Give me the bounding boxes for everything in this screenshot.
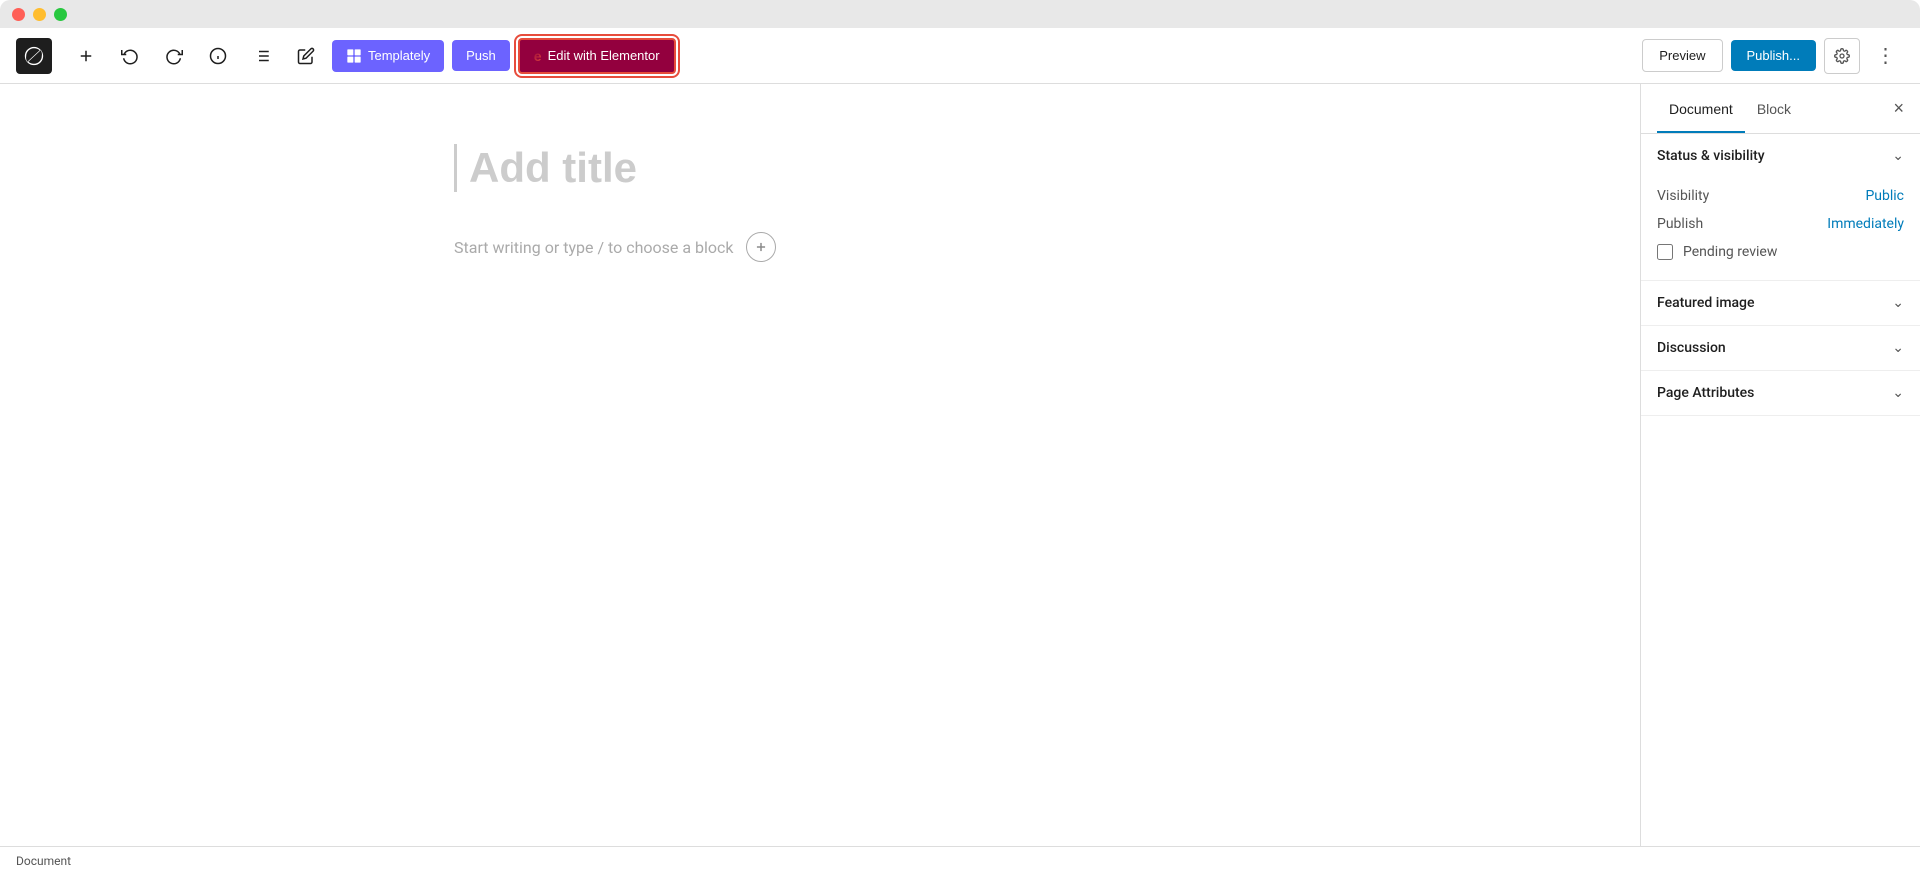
- sidebar-close-button[interactable]: ×: [1893, 84, 1904, 133]
- more-options-button[interactable]: ⋮: [1868, 38, 1904, 74]
- edit-button[interactable]: [288, 38, 324, 74]
- templately-button[interactable]: Templately: [332, 40, 444, 72]
- edit-elementor-button[interactable]: e Edit with Elementor: [518, 38, 676, 74]
- discussion-chevron: ⌄: [1892, 340, 1904, 356]
- content-area: Start writing or type / to choose a bloc…: [0, 84, 1920, 846]
- status-visibility-chevron: ⌄: [1892, 148, 1904, 164]
- add-block-toolbar-button[interactable]: [68, 38, 104, 74]
- featured-image-header[interactable]: Featured image ⌄: [1641, 281, 1920, 325]
- discussion-section: Discussion ⌄: [1641, 326, 1920, 371]
- elementor-icon: e: [534, 48, 542, 64]
- sidebar-tabs: Document Block ×: [1641, 84, 1920, 134]
- sidebar: Document Block × Status & visibility ⌄ V…: [1640, 84, 1920, 846]
- undo-button[interactable]: [112, 38, 148, 74]
- window-chrome: [0, 0, 1920, 28]
- wp-logo[interactable]: [16, 38, 52, 74]
- pending-review-label: Pending review: [1683, 244, 1777, 260]
- page-attributes-chevron: ⌄: [1892, 385, 1904, 401]
- block-placeholder-text: Start writing or type / to choose a bloc…: [454, 238, 734, 257]
- settings-button[interactable]: [1824, 38, 1860, 74]
- add-block-inline-button[interactable]: [746, 232, 776, 262]
- info-button[interactable]: [200, 38, 236, 74]
- status-bar-label: Document: [16, 854, 71, 868]
- publish-label: Publish: [1657, 216, 1703, 232]
- visibility-label: Visibility: [1657, 188, 1709, 204]
- publish-button[interactable]: Publish...: [1731, 40, 1816, 71]
- status-visibility-header[interactable]: Status & visibility ⌄: [1641, 134, 1920, 178]
- publish-value[interactable]: Immediately: [1827, 216, 1904, 232]
- featured-image-chevron: ⌄: [1892, 295, 1904, 311]
- status-visibility-section: Status & visibility ⌄ Visibility Public …: [1641, 134, 1920, 281]
- status-visibility-body: Visibility Public Publish Immediately Pe…: [1641, 178, 1920, 280]
- editor-inner: Start writing or type / to choose a bloc…: [430, 144, 1210, 262]
- editor-main[interactable]: Start writing or type / to choose a bloc…: [0, 84, 1640, 846]
- push-button[interactable]: Push: [452, 40, 510, 71]
- maximize-traffic-light[interactable]: [54, 8, 67, 21]
- pending-review-checkbox[interactable]: [1657, 244, 1673, 260]
- post-title-input[interactable]: [454, 144, 1186, 192]
- toolbar-right: Preview Publish... ⋮: [1642, 38, 1904, 74]
- redo-button[interactable]: [156, 38, 192, 74]
- app-container: Templately Push e Edit with Elementor Pr…: [0, 0, 1920, 874]
- status-bar: Document: [0, 846, 1920, 874]
- featured-image-section: Featured image ⌄: [1641, 281, 1920, 326]
- publish-row: Publish Immediately: [1657, 210, 1904, 238]
- pending-review-row: Pending review: [1657, 238, 1904, 266]
- close-traffic-light[interactable]: [12, 8, 25, 21]
- tab-document[interactable]: Document: [1657, 84, 1745, 133]
- visibility-row: Visibility Public: [1657, 182, 1904, 210]
- tools-button[interactable]: [244, 38, 280, 74]
- toolbar: Templately Push e Edit with Elementor Pr…: [0, 28, 1920, 84]
- page-attributes-header[interactable]: Page Attributes ⌄: [1641, 371, 1920, 415]
- page-attributes-section: Page Attributes ⌄: [1641, 371, 1920, 416]
- visibility-value[interactable]: Public: [1865, 188, 1904, 204]
- discussion-header[interactable]: Discussion ⌄: [1641, 326, 1920, 370]
- preview-button[interactable]: Preview: [1642, 39, 1722, 72]
- minimize-traffic-light[interactable]: [33, 8, 46, 21]
- block-placeholder[interactable]: Start writing or type / to choose a bloc…: [454, 232, 1186, 262]
- tab-block[interactable]: Block: [1745, 84, 1803, 133]
